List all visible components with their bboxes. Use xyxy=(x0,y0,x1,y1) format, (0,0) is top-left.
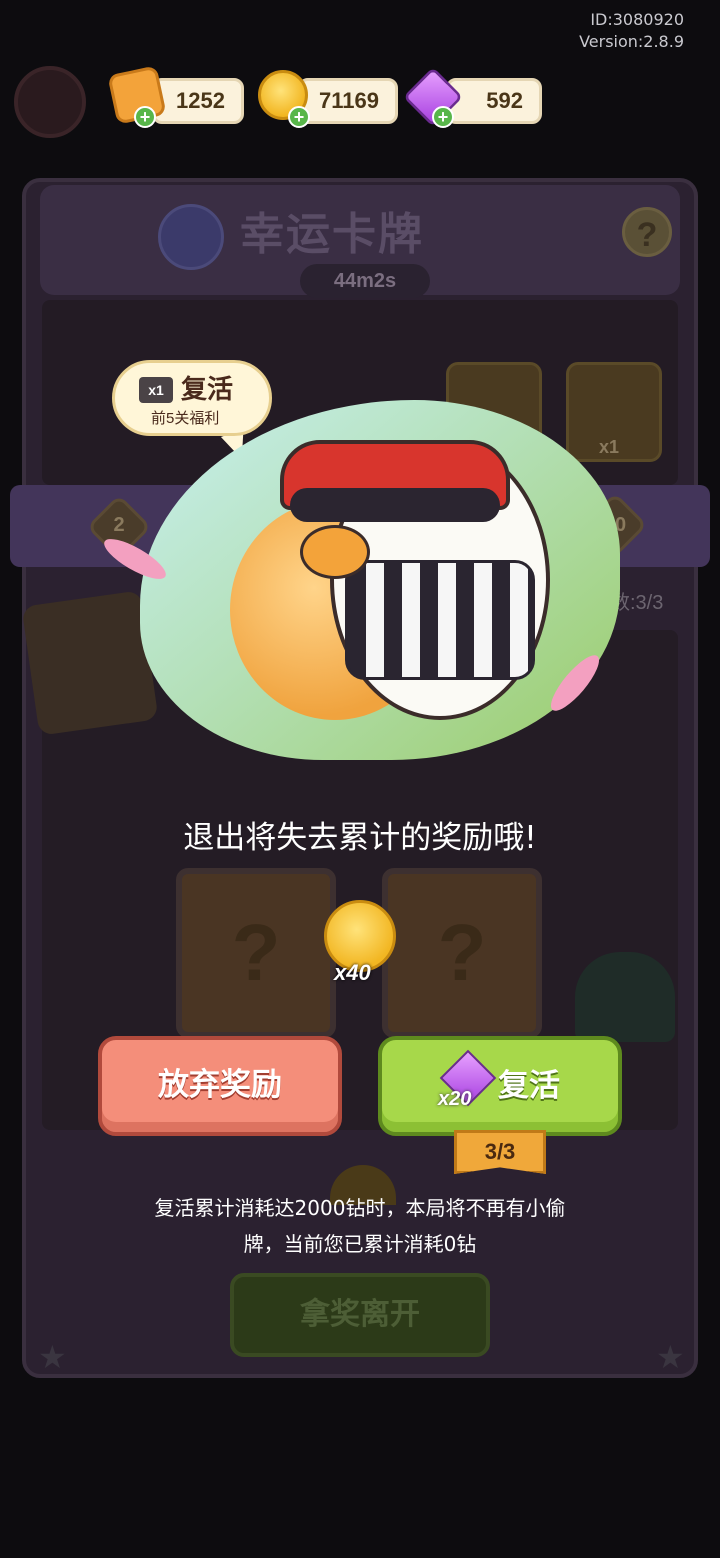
revive-cost: x20 xyxy=(438,1088,472,1110)
star-icon: ★ xyxy=(38,1339,67,1375)
card-deck-icon xyxy=(21,590,159,736)
add-gem-button[interactable]: + xyxy=(432,106,454,128)
profile-avatar[interactable] xyxy=(14,66,86,138)
take-reward-leave-button: 拿奖离开 xyxy=(230,1273,490,1357)
version-label: Version:2.8.9 xyxy=(579,32,684,51)
revive-button[interactable]: x20 复活 xyxy=(378,1036,622,1136)
clapperboard-icon: x1 xyxy=(139,377,173,403)
help-button[interactable]: ? xyxy=(622,207,672,257)
face-down-card: ? xyxy=(382,868,542,1038)
coin-counter: 71169 xyxy=(298,78,398,124)
background-title: 幸运卡牌 xyxy=(240,209,424,260)
add-ticket-button[interactable]: + xyxy=(134,106,156,128)
face-down-card: ? xyxy=(176,868,336,1038)
ticket-counter: 1252 xyxy=(152,78,244,124)
bubble-subtitle: 前5关福利 xyxy=(151,410,220,427)
bonus-card-qty: x1 xyxy=(599,437,620,457)
event-timer: 44m2s xyxy=(300,264,430,298)
exit-warning-text: 退出将失去累计的奖励哦! xyxy=(183,820,537,856)
revive-benefit-bubble: x1 复活 前5关福利 xyxy=(112,360,272,436)
eye-mask xyxy=(290,488,500,522)
level-node-2-label: 2 xyxy=(113,514,125,536)
player-id: ID:3080920 xyxy=(590,10,684,29)
crystal-ball-icon xyxy=(158,204,224,270)
striped-shirt xyxy=(345,560,535,680)
potted-plant-decoration xyxy=(575,952,675,1042)
revive-notice: 复活累计消耗达2000钻时，本局将不再有小偷 牌，当前您已累计消耗0钻 xyxy=(120,1190,600,1262)
card-question-mark: ? xyxy=(231,908,281,997)
bubble-title: 复活 xyxy=(181,374,234,404)
gem-counter: 592 xyxy=(446,78,542,124)
revive-notice-line1: 复活累计消耗达2000钻时，本局将不再有小偷 xyxy=(154,1196,566,1220)
star-icon: ★ xyxy=(656,1339,685,1375)
beak xyxy=(300,525,370,579)
revive-notice-line2: 牌，当前您已累计消耗0钻 xyxy=(243,1232,477,1256)
abandon-reward-button[interactable]: 放弃奖励 xyxy=(98,1036,342,1136)
bonus-card-box: x1 xyxy=(566,362,662,462)
reward-quantity: x40 xyxy=(334,960,371,985)
revive-button-label: 复活 xyxy=(498,1068,560,1104)
card-question-mark: ? xyxy=(437,908,487,997)
add-coin-button[interactable]: + xyxy=(288,106,310,128)
